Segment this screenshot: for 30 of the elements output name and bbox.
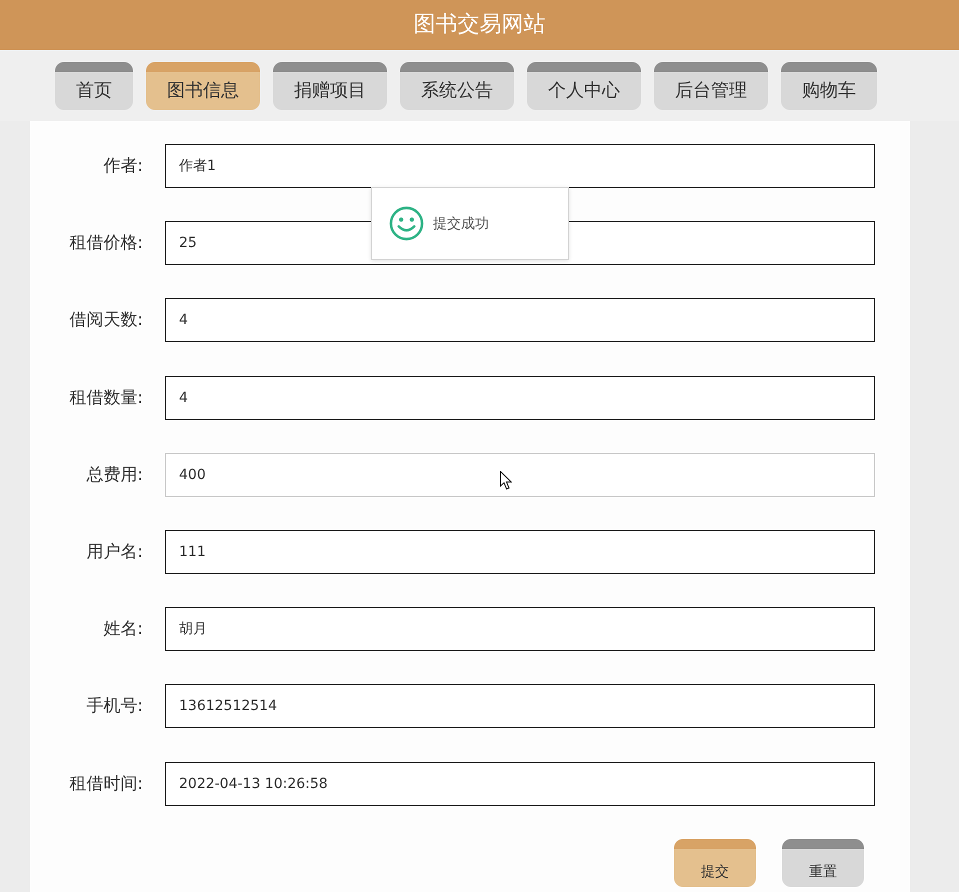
field-label: 租借数量: [68,386,143,410]
input-field[interactable]: 13612512514 [165,684,875,728]
input-field[interactable]: 胡月 [165,607,875,652]
toast-message: 提交成功 [433,214,489,234]
cursor-icon [500,471,512,490]
nav-tab[interactable]: 图书信息 [146,62,260,110]
field-label: 作者: [102,155,143,178]
reset-button[interactable]: 重置 [782,838,864,886]
field-label: 租借时间: [68,772,143,796]
input-field[interactable]: 111 [165,530,875,574]
input-field[interactable]: 4 [165,298,875,342]
smiley-icon [389,206,424,241]
input-field[interactable]: 4 [165,376,875,420]
nav-tab[interactable]: 首页 [55,62,133,110]
input-field[interactable]: 400 [165,452,875,497]
field-label: 借阅天数: [68,309,143,332]
nav-tab[interactable]: 后台管理 [654,62,768,110]
input-field[interactable]: 作者1 [165,144,875,188]
field-label: 手机号: [85,695,143,718]
field-label: 用户名: [85,540,143,564]
input-field[interactable]: 2022-04-13 10:26:58 [165,762,875,806]
nav-tab[interactable]: 捐赠项目 [273,62,387,110]
nav-tab[interactable]: 个人中心 [527,62,641,110]
site-title: 图书交易网站 [414,11,546,39]
field-label: 姓名: [102,618,143,642]
nav-tab[interactable]: 系统公告 [400,62,514,110]
field-label: 总费用: [85,464,143,487]
nav-tab[interactable]: 购物车 [781,62,877,110]
submit-button[interactable]: 提交 [674,838,756,886]
field-label: 租借价格: [68,232,143,256]
